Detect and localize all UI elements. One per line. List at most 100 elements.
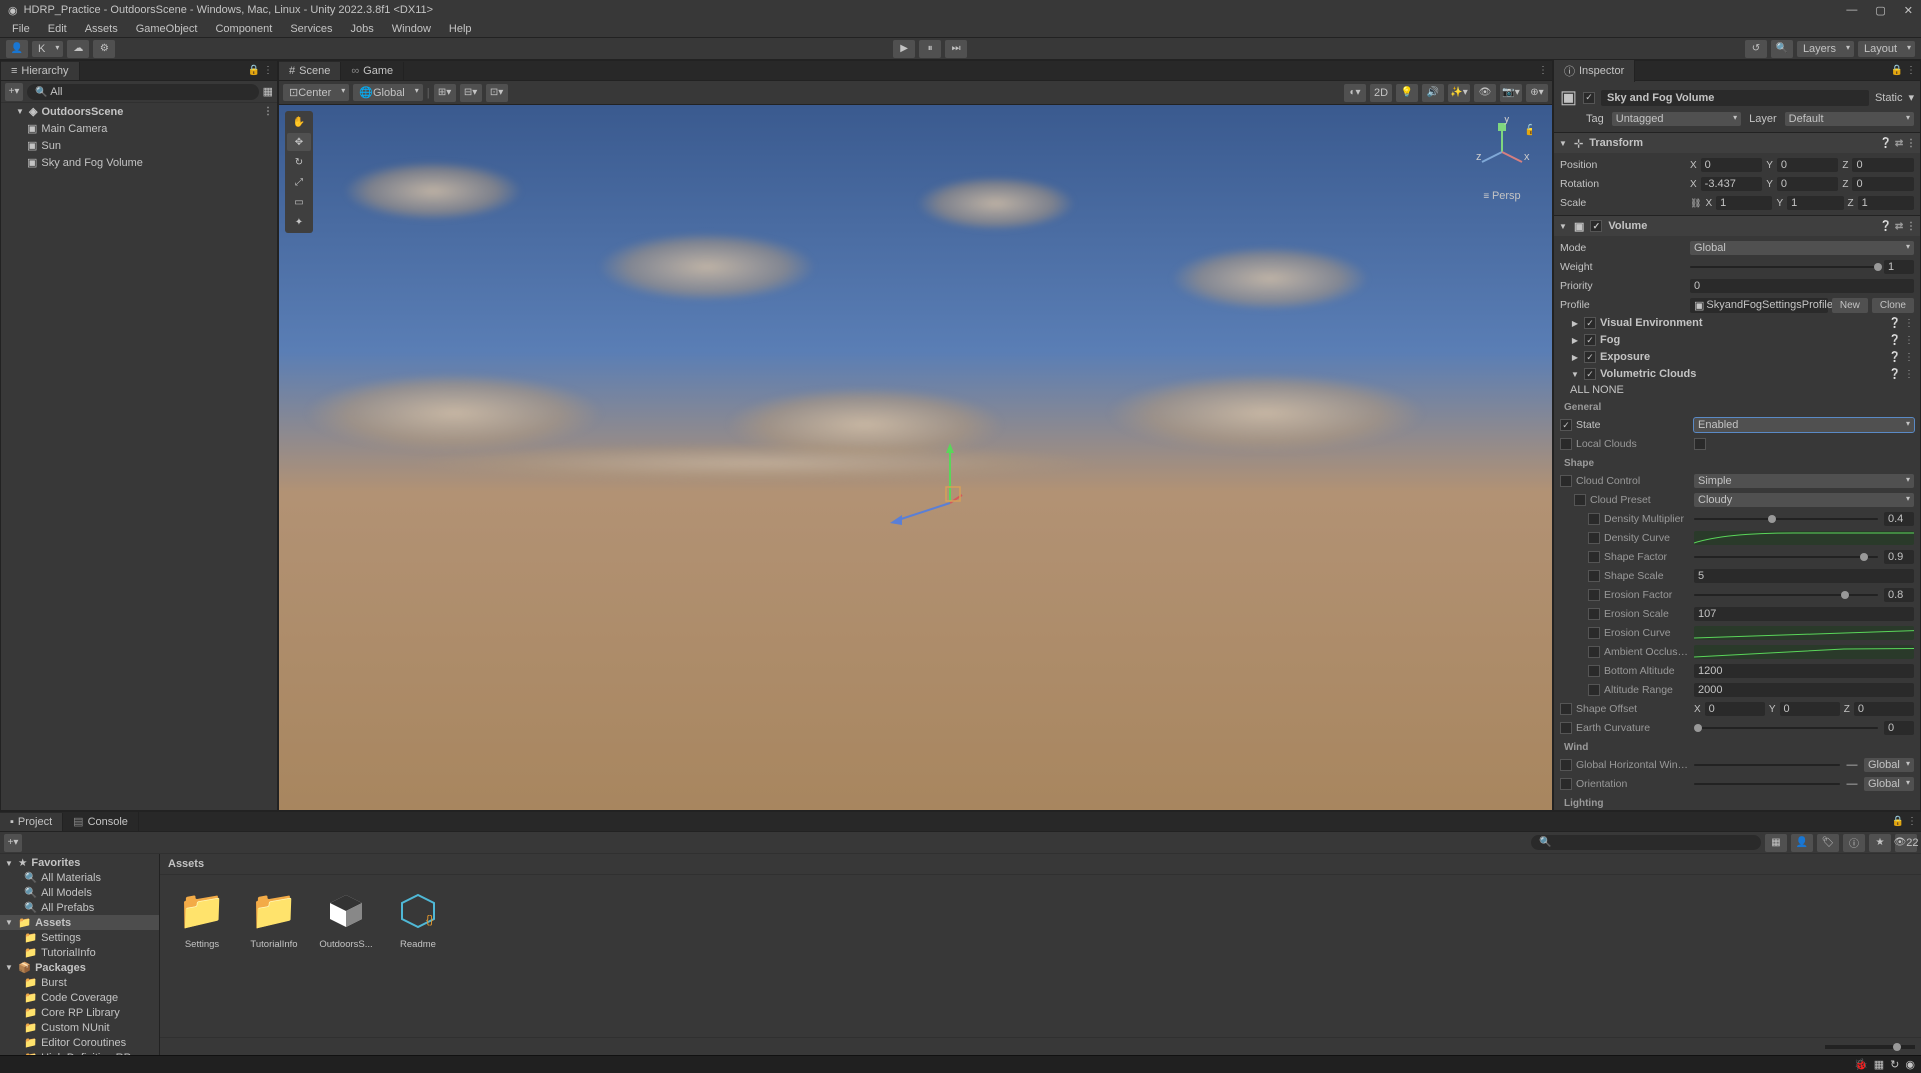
- play-button[interactable]: ▶: [893, 40, 915, 58]
- override-volumetric-clouds[interactable]: ▼Volumetric Clouds❔ ⋮: [1560, 367, 1914, 381]
- thumbnail-size-slider[interactable]: [1825, 1045, 1915, 1049]
- tree-item[interactable]: 📁 Core RP Library: [0, 1005, 159, 1020]
- space-dropdown[interactable]: 🌐Global: [353, 84, 423, 101]
- override-exposure[interactable]: ▶Exposure❔ ⋮: [1560, 350, 1914, 364]
- earth-curve-slider[interactable]: [1694, 727, 1878, 729]
- pause-button[interactable]: ⏸: [919, 40, 941, 58]
- maximize-icon[interactable]: ▢: [1875, 4, 1885, 17]
- menu-jobs[interactable]: Jobs: [343, 21, 382, 37]
- asset-folder[interactable]: 📁TutorialInfo: [244, 887, 304, 950]
- pivot-mode-dropdown[interactable]: ⊡Center: [283, 84, 349, 101]
- hierarchy-item[interactable]: ▣Main Camera: [1, 120, 277, 137]
- override-fog[interactable]: ▶Fog❔ ⋮: [1560, 333, 1914, 347]
- tree-item[interactable]: 📁 Code Coverage: [0, 990, 159, 1005]
- menu-assets[interactable]: Assets: [77, 21, 126, 37]
- rect-tool-icon[interactable]: ▭: [287, 193, 311, 211]
- clone-button[interactable]: Clone: [1872, 298, 1914, 313]
- cloud-control-dropdown[interactable]: Simple: [1694, 474, 1914, 488]
- orientation-dropdown[interactable]: Global: [1864, 777, 1914, 791]
- assets-root[interactable]: ▼📁 Assets: [0, 915, 159, 930]
- account-icon[interactable]: 👤: [6, 40, 28, 58]
- cloud-icon[interactable]: ☁: [67, 40, 89, 58]
- density-curve[interactable]: [1694, 531, 1914, 545]
- undo-history-icon[interactable]: ↺: [1745, 40, 1767, 58]
- priority-field[interactable]: 0: [1690, 279, 1914, 293]
- mode-2d-button[interactable]: 2D: [1370, 84, 1392, 102]
- menu-file[interactable]: File: [4, 21, 38, 37]
- pos-y[interactable]: 0: [1777, 158, 1839, 172]
- create-dropdown[interactable]: +▾: [5, 83, 23, 101]
- state-dropdown[interactable]: Enabled: [1694, 418, 1914, 432]
- hidden-icon[interactable]: 👁 22: [1895, 834, 1917, 852]
- ao-curve[interactable]: [1694, 645, 1914, 659]
- tree-item[interactable]: 📁 High Definition RP: [0, 1050, 159, 1055]
- status-icon[interactable]: ↻: [1890, 1058, 1899, 1071]
- project-search[interactable]: 🔍: [1531, 835, 1761, 850]
- menu-edit[interactable]: Edit: [40, 21, 75, 37]
- status-icon[interactable]: 🐞: [1854, 1058, 1868, 1071]
- none-link[interactable]: NONE: [1592, 384, 1624, 396]
- wind-speed-dropdown[interactable]: Global: [1864, 758, 1914, 772]
- menu-gameobject[interactable]: GameObject: [128, 21, 206, 37]
- gizmo-icon[interactable]: ⊕▾: [1526, 84, 1548, 102]
- shape-scale-field[interactable]: 5: [1694, 569, 1914, 583]
- weight-slider[interactable]: [1690, 266, 1878, 268]
- visibility-icon[interactable]: 👁: [1474, 84, 1496, 102]
- asset-readme[interactable]: {}Readme: [388, 887, 448, 950]
- transform-tool-icon[interactable]: ✦: [287, 213, 311, 231]
- project-tab[interactable]: ▪ Project: [0, 813, 63, 831]
- rot-y[interactable]: 0: [1777, 177, 1839, 191]
- shape-factor-slider[interactable]: [1694, 556, 1878, 558]
- all-link[interactable]: ALL: [1570, 384, 1590, 396]
- menu-help[interactable]: Help: [441, 21, 480, 37]
- hierarchy-item[interactable]: ▣Sky and Fog Volume: [1, 154, 277, 171]
- fx-icon[interactable]: ✨▾: [1448, 84, 1470, 102]
- menu-component[interactable]: Component: [207, 21, 280, 37]
- move-gizmo[interactable]: [890, 443, 1010, 566]
- lighting-icon[interactable]: 💡: [1396, 84, 1418, 102]
- snap-icon[interactable]: ⊡▾: [486, 84, 508, 102]
- minimize-icon[interactable]: —: [1846, 4, 1857, 17]
- increment-snap-icon[interactable]: ⊟▾: [460, 84, 482, 102]
- volume-header[interactable]: ▼▣ Volume ❔ ⇄ ⋮: [1554, 216, 1920, 236]
- label-icon[interactable]: 🏷: [1817, 834, 1839, 852]
- status-icon[interactable]: ▦: [1874, 1058, 1884, 1071]
- hierarchy-tab[interactable]: ≡ Hierarchy: [1, 62, 80, 80]
- active-checkbox[interactable]: [1583, 92, 1595, 104]
- tree-item[interactable]: 📁 Settings: [0, 930, 159, 945]
- erosion-factor-slider[interactable]: [1694, 594, 1878, 596]
- volume-enabled-checkbox[interactable]: [1590, 220, 1602, 232]
- scene-viewport[interactable]: ✋ ✥ ↻ ⤢ ▭ ✦ y z x 🔒 ≡ Persp: [279, 105, 1552, 810]
- tree-item[interactable]: 🔍 All Materials: [0, 870, 159, 885]
- scene-tab[interactable]: # Scene: [279, 62, 341, 80]
- tree-item[interactable]: 📁 TutorialInfo: [0, 945, 159, 960]
- save-search-icon[interactable]: 👤: [1791, 834, 1813, 852]
- layer-dropdown[interactable]: Default: [1785, 112, 1914, 126]
- tree-item[interactable]: 📁 Editor Coroutines: [0, 1035, 159, 1050]
- favorites-root[interactable]: ▼★ Favorites: [0, 856, 159, 870]
- scl-y[interactable]: 1: [1787, 196, 1843, 210]
- draw-mode-icon[interactable]: ◐▾: [1344, 84, 1366, 102]
- close-icon[interactable]: ✕: [1904, 4, 1913, 17]
- bottom-alt-field[interactable]: 1200: [1694, 664, 1914, 678]
- inspector-tab[interactable]: ⓘ Inspector: [1554, 60, 1635, 82]
- info-icon[interactable]: ⓘ: [1843, 834, 1865, 852]
- asset-folder[interactable]: 📁Settings: [172, 887, 232, 950]
- filter-icon[interactable]: ▦: [1765, 834, 1787, 852]
- scl-x[interactable]: 1: [1716, 196, 1772, 210]
- hierarchy-search[interactable]: 🔍 All: [27, 84, 259, 100]
- rotate-tool-icon[interactable]: ↻: [287, 153, 311, 171]
- console-tab[interactable]: ▤ Console: [63, 812, 139, 831]
- new-button[interactable]: New: [1832, 298, 1868, 313]
- search-icon[interactable]: 🔍: [1771, 40, 1793, 58]
- tree-item[interactable]: 🔍 All Prefabs: [0, 900, 159, 915]
- erosion-scale-field[interactable]: 107: [1694, 607, 1914, 621]
- scl-z[interactable]: 1: [1858, 196, 1914, 210]
- scale-tool-icon[interactable]: ⤢: [287, 173, 311, 191]
- static-dropdown[interactable]: ▾: [1908, 91, 1914, 104]
- step-button[interactable]: ⏭: [945, 40, 967, 58]
- status-icon[interactable]: ◉: [1905, 1058, 1915, 1071]
- object-name-field[interactable]: Sky and Fog Volume: [1601, 90, 1869, 106]
- game-tab[interactable]: ∞ Game: [341, 62, 404, 80]
- layers-dropdown[interactable]: Layers: [1797, 41, 1854, 57]
